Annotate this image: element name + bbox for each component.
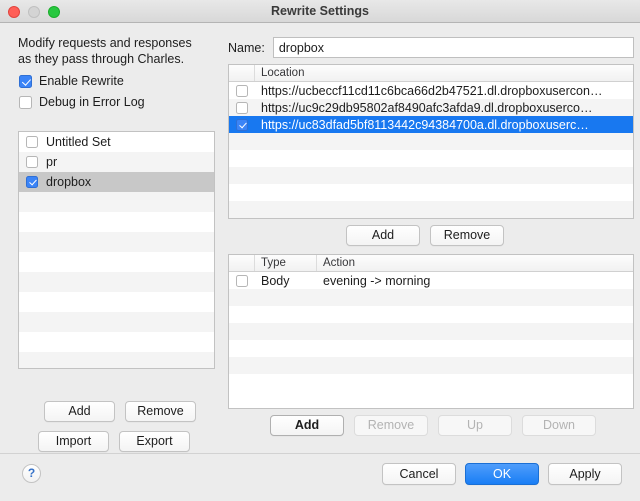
locations-remove-button[interactable]: Remove	[430, 225, 504, 246]
list-item-empty[interactable]	[19, 352, 214, 368]
list-item-selected[interactable]: dropbox	[19, 172, 214, 192]
actions-check-column-header	[229, 255, 255, 271]
minimize-button-icon[interactable]	[28, 6, 40, 18]
right-panel: Name: Location https://ucbeccf11cd11c6bc…	[226, 23, 640, 453]
table-row-empty[interactable]	[229, 150, 633, 167]
location-checkbox[interactable]	[236, 101, 248, 114]
location-text: https://uc83dfad5bf8113442c94384700a.dl.…	[261, 117, 589, 132]
name-field-row: Name:	[228, 37, 634, 58]
action-description-text: evening -> morning	[323, 273, 431, 288]
actions-type-column-header: Type	[255, 255, 317, 271]
location-text: https://uc9c29db95802af8490afc3afda9.dl.…	[261, 100, 593, 115]
list-item-empty[interactable]	[19, 232, 214, 252]
table-row[interactable]: Body evening -> morning	[229, 272, 633, 289]
cancel-button[interactable]: Cancel	[382, 463, 456, 485]
set-label: Untitled Set	[46, 135, 111, 149]
traffic-light-group	[8, 6, 60, 18]
table-row-selected[interactable]: https://uc83dfad5bf8113442c94384700a.dl.…	[229, 116, 633, 133]
locations-table[interactable]: Location https://ucbeccf11cd11c6bca66d2b…	[228, 64, 634, 219]
list-item-empty[interactable]	[19, 212, 214, 232]
location-row-checkbox-cell[interactable]	[229, 101, 255, 114]
apply-button[interactable]: Apply	[548, 463, 622, 485]
set-label: pr	[46, 155, 58, 169]
enable-rewrite-checkbox-row[interactable]: Enable Rewrite	[19, 74, 124, 88]
location-checkbox[interactable]	[236, 84, 248, 97]
list-item[interactable]: Untitled Set	[19, 132, 214, 152]
set-checkbox[interactable]	[26, 136, 38, 148]
action-type-text: Body	[261, 273, 290, 288]
rewrite-settings-window: Rewrite Settings Modify requests and res…	[0, 0, 640, 501]
sets-export-button[interactable]: Export	[119, 431, 190, 452]
list-item-empty[interactable]	[19, 192, 214, 212]
sets-import-button[interactable]: Import	[38, 431, 109, 452]
dialog-content: Modify requests and responses as they pa…	[0, 23, 640, 453]
location-checkbox[interactable]	[236, 118, 248, 131]
enable-rewrite-checkbox[interactable]	[19, 74, 32, 88]
enable-rewrite-label: Enable Rewrite	[39, 74, 124, 88]
description-line-1: Modify requests and responses	[18, 36, 192, 50]
locations-location-column-header: Location	[261, 67, 305, 79]
window-titlebar: Rewrite Settings	[0, 0, 640, 23]
actions-action-column-header: Action	[323, 257, 355, 269]
locations-check-column-header	[229, 65, 255, 81]
actions-table-header: Type Action	[229, 255, 633, 272]
list-item-empty[interactable]	[19, 252, 214, 272]
debug-error-log-checkbox-row[interactable]: Debug in Error Log	[19, 95, 145, 109]
table-row-empty[interactable]	[229, 374, 633, 391]
location-text: https://ucbeccf11cd11c6bca66d2b47521.dl.…	[261, 83, 603, 98]
table-row-empty[interactable]	[229, 340, 633, 357]
actions-add-button[interactable]: Add	[270, 415, 344, 436]
actions-buttons-group: Add Remove Up Down	[270, 415, 596, 436]
sets-add-button[interactable]: Add	[44, 401, 115, 422]
ok-button[interactable]: OK	[465, 463, 539, 485]
debug-error-log-label: Debug in Error Log	[39, 95, 145, 109]
sets-import-export-group: Import Export	[38, 431, 190, 452]
description-line-2: as they pass through Charles.	[18, 52, 185, 66]
locations-buttons-group: Add Remove	[346, 225, 504, 246]
location-row-checkbox-cell[interactable]	[229, 84, 255, 97]
dialog-footer: ? Cancel OK Apply	[0, 453, 640, 501]
description-text: Modify requests and responses as they pa…	[18, 35, 218, 67]
close-button-icon[interactable]	[8, 6, 20, 18]
set-checkbox[interactable]	[26, 156, 38, 168]
set-checkbox[interactable]	[26, 176, 38, 188]
sets-remove-button[interactable]: Remove	[125, 401, 196, 422]
left-panel: Modify requests and responses as they pa…	[0, 23, 226, 453]
list-item-empty[interactable]	[19, 312, 214, 332]
table-row-empty[interactable]	[229, 133, 633, 150]
table-row[interactable]: https://ucbeccf11cd11c6bca66d2b47521.dl.…	[229, 82, 633, 99]
action-row-checkbox-cell[interactable]	[229, 274, 255, 287]
actions-remove-button: Remove	[354, 415, 428, 436]
rewrite-sets-list[interactable]: Untitled Set pr dropbox	[18, 131, 215, 369]
sets-add-remove-group: Add Remove	[44, 401, 196, 422]
table-row-empty[interactable]	[229, 357, 633, 374]
table-row-empty[interactable]	[229, 167, 633, 184]
locations-add-button[interactable]: Add	[346, 225, 420, 246]
list-item-empty[interactable]	[19, 272, 214, 292]
set-label: dropbox	[46, 175, 92, 189]
actions-down-button: Down	[522, 415, 596, 436]
help-icon[interactable]: ?	[22, 464, 41, 483]
footer-buttons-group: Cancel OK Apply	[382, 463, 622, 485]
zoom-button-icon[interactable]	[48, 6, 60, 18]
table-row-empty[interactable]	[229, 306, 633, 323]
debug-error-log-checkbox[interactable]	[19, 95, 32, 109]
locations-table-header: Location	[229, 65, 633, 82]
table-row[interactable]: https://uc9c29db95802af8490afc3afda9.dl.…	[229, 99, 633, 116]
name-label: Name:	[228, 40, 265, 55]
name-input[interactable]	[272, 37, 634, 58]
list-item-empty[interactable]	[19, 292, 214, 312]
table-row-empty[interactable]	[229, 184, 633, 201]
table-row-empty[interactable]	[229, 201, 633, 218]
action-checkbox[interactable]	[236, 274, 248, 287]
list-item[interactable]: pr	[19, 152, 214, 172]
list-item-empty[interactable]	[19, 332, 214, 352]
table-row-empty[interactable]	[229, 289, 633, 306]
table-row-empty[interactable]	[229, 323, 633, 340]
location-row-checkbox-cell[interactable]	[229, 118, 255, 131]
actions-table[interactable]: Type Action Body evening -> morning	[228, 254, 634, 409]
actions-up-button: Up	[438, 415, 512, 436]
window-title: Rewrite Settings	[271, 4, 369, 18]
